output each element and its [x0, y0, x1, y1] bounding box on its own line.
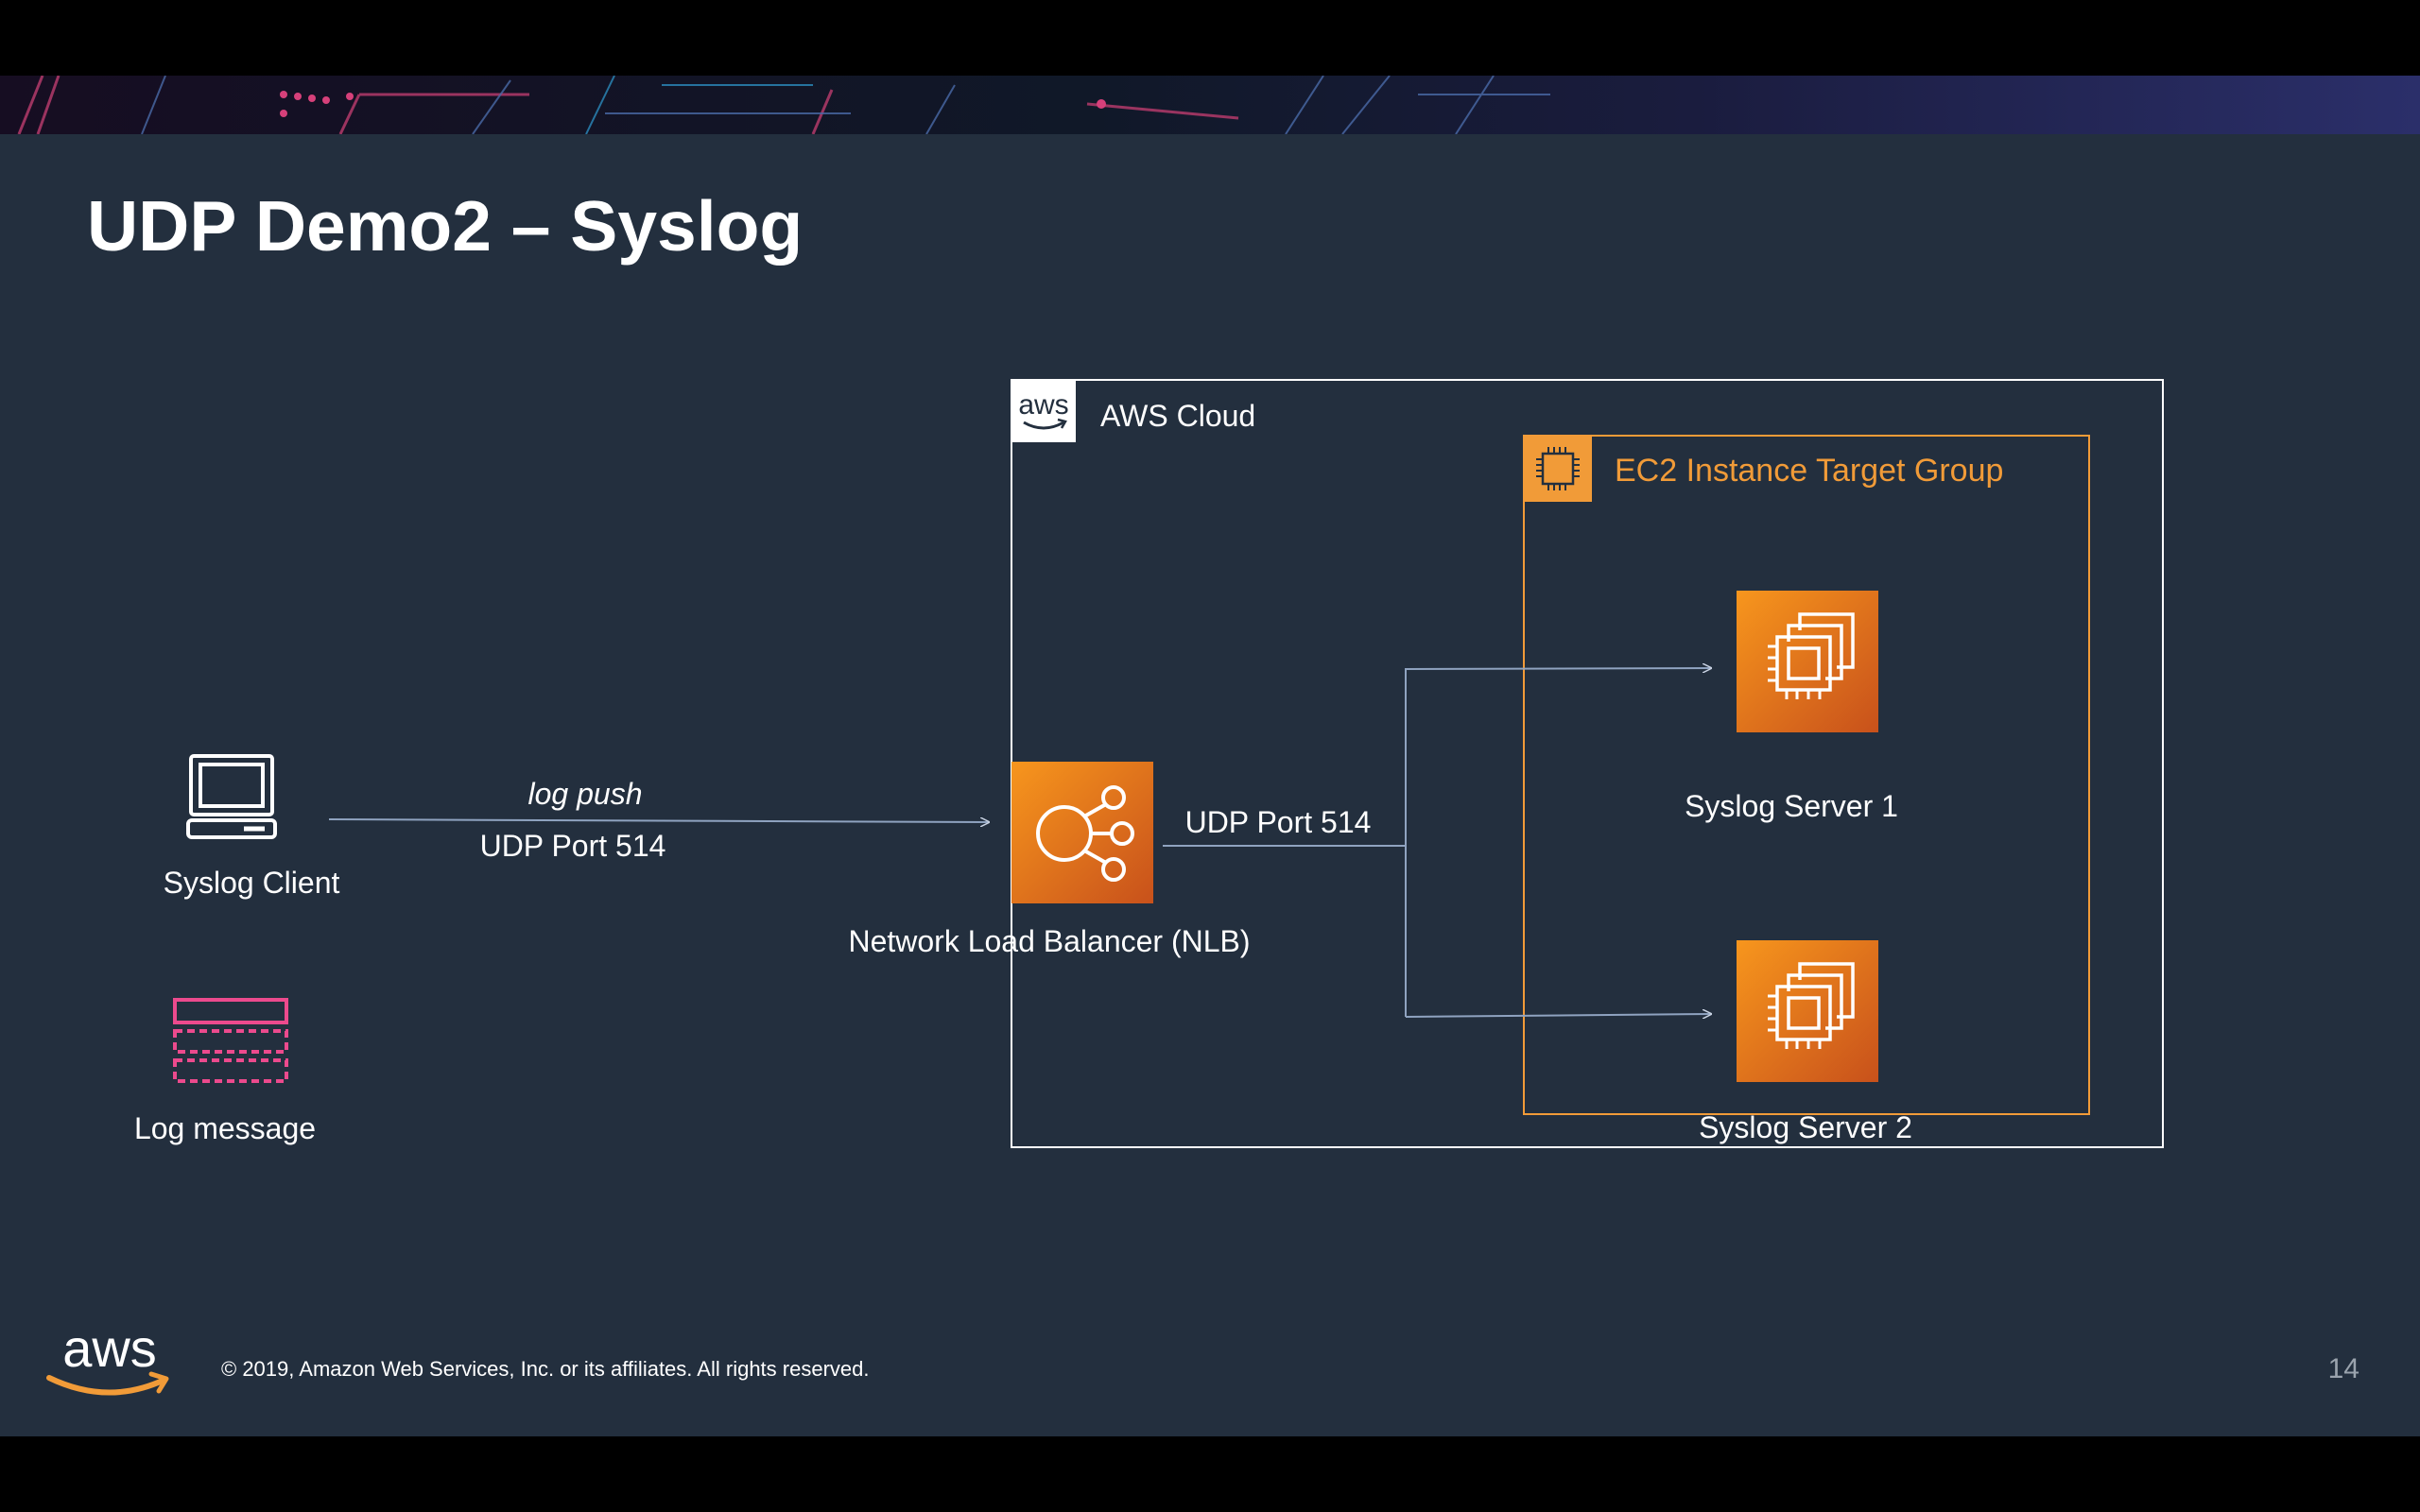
cloud-label: AWS Cloud — [1100, 399, 1256, 433]
client-to-nlb-arrow — [328, 819, 989, 822]
architecture-diagram: aws — [173, 379, 2164, 1148]
nlb-label: Network Load Balancer (NLB) — [848, 924, 1251, 958]
nlb-icon — [1011, 762, 1153, 903]
copyright-notice: © 2019, Amazon Web Services, Inc. or its… — [221, 1357, 870, 1381]
edge-client-port-label: UDP Port 514 — [479, 829, 666, 863]
ec2-chip-icon — [1524, 436, 1592, 502]
edge-nlb-port-label: UDP Port 514 — [1184, 805, 1372, 839]
aws-logo: aws — [46, 1325, 169, 1396]
cloud-badge-text: aws — [1018, 389, 1068, 421]
log-message-icon — [173, 998, 288, 1083]
laptop-icon — [186, 754, 277, 839]
page-number: 14 — [2327, 1353, 2360, 1384]
target-group-label: EC2 Instance Target Group — [1615, 453, 2004, 489]
ec2-instance-icon — [1737, 940, 1878, 1082]
aws-cloud-badge-icon: aws — [1011, 380, 1076, 442]
arrow-to-server-2 — [1405, 1014, 1711, 1017]
server1-label: Syslog Server 1 — [1685, 789, 1898, 823]
client-label: Syslog Client — [163, 866, 340, 900]
arrow-to-server-1 — [1405, 668, 1711, 669]
svg-text:aws: aws — [62, 1325, 157, 1378]
ec2-instance-icon — [1737, 591, 1878, 732]
edge-log-push-label: log push — [527, 777, 643, 811]
slide: UDP Demo2 – Syslog aws AWS Cloud EC2 Ins… — [0, 76, 2420, 1436]
log-message-label: Log message — [133, 1111, 317, 1145]
server2-label: Syslog Server 2 — [1699, 1110, 1912, 1144]
